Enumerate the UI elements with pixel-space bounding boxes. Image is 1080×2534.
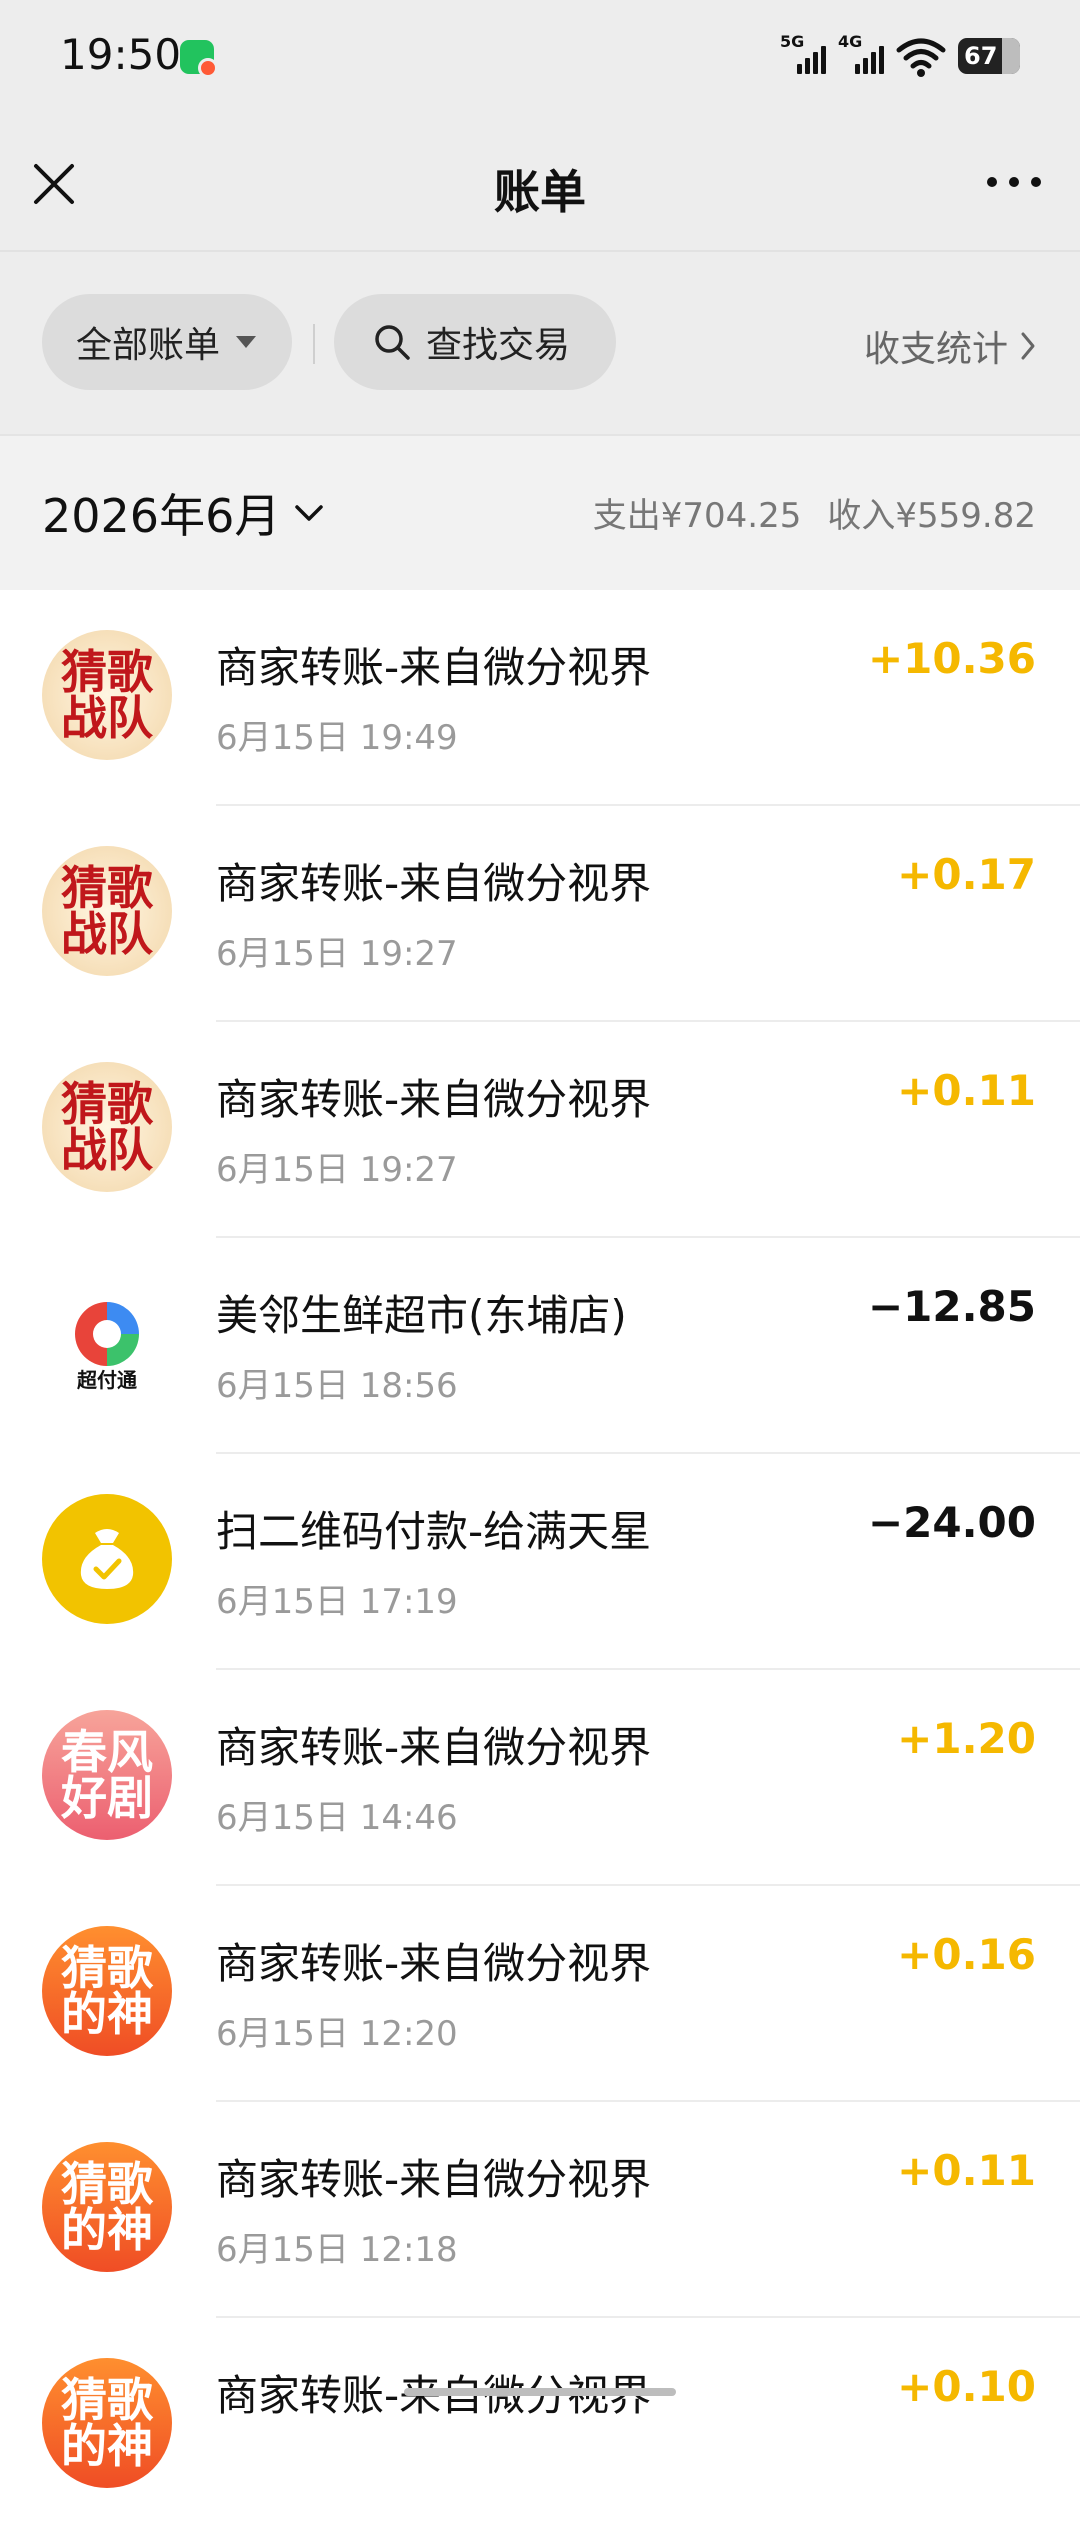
transaction-name: 美邻生鲜超市(东埔店): [216, 1291, 627, 1340]
transaction-amount: +0.11: [897, 1066, 1036, 1115]
battery-icon: 67: [958, 38, 1020, 74]
wechat-icon: [180, 40, 218, 78]
transaction-amount: −12.85: [867, 1282, 1036, 1331]
transaction-amount: +0.10: [897, 2362, 1036, 2411]
search-icon: [375, 325, 410, 360]
chaofutong-mark-icon: [75, 1302, 139, 1366]
status-indicators: 5G 4G 67: [780, 32, 1020, 78]
transaction-time: 6月15日 19:27: [216, 934, 458, 974]
transaction-row[interactable]: 春风 好剧 商家转账-来自微分视界 6月15日 14:46 +1.20: [0, 1670, 1080, 1886]
avatar-text: 的神: [61, 2419, 153, 2473]
transaction-name: 商家转账-来自微分视界: [216, 1723, 652, 1772]
avatar-text: 战队: [61, 691, 153, 745]
battery-level: 67: [964, 42, 998, 70]
status-time: 19:50: [60, 30, 182, 79]
divider: [313, 324, 315, 364]
caret-down-icon: [236, 336, 257, 348]
money-bag-icon: [42, 1494, 172, 1624]
avatar-text: 猜歌: [61, 2157, 153, 2211]
more-icon[interactable]: [984, 170, 1044, 194]
wifi-icon: [896, 38, 946, 77]
avatar-text: 猜歌: [61, 1077, 153, 1131]
avatar-text: 的神: [61, 1987, 153, 2041]
signal-4g-icon: 4G: [838, 32, 884, 78]
chaofutong-label: 超付通: [77, 1368, 137, 1392]
transaction-name: 扫二维码付款-给满天星: [216, 1507, 652, 1556]
all-bills-label: 全部账单: [76, 325, 221, 366]
merchant-avatar: 猜歌 的神: [42, 2358, 172, 2488]
transaction-time: 6月15日 17:19: [216, 1582, 458, 1622]
chevron-right-icon: [1021, 332, 1035, 360]
merchant-avatar: 猜歌 战队: [42, 630, 172, 760]
avatar-text: 的神: [61, 2203, 153, 2257]
merchant-avatar: 猜歌 的神: [42, 2142, 172, 2272]
transaction-row[interactable]: 猜歌 战队 商家转账-来自微分视界 6月15日 19:49 +10.36: [0, 590, 1080, 806]
chevron-down-icon: [295, 505, 324, 521]
transaction-amount: −24.00: [867, 1498, 1036, 1547]
money-bag-glyph-icon: [80, 1529, 134, 1589]
month-label: 2026年6月: [42, 489, 281, 543]
transaction-name: 商家转账-来自微分视界: [216, 1939, 652, 1988]
all-bills-filter[interactable]: 全部账单: [42, 294, 292, 390]
transaction-amount: +1.20: [897, 1714, 1036, 1763]
transaction-row[interactable]: 猜歌 战队 商家转账-来自微分视界 6月15日 19:27 +0.17: [0, 806, 1080, 1022]
transaction-row[interactable]: 猜歌 的神 商家转账-来自微分视界 6月15日 12:18 +0.11: [0, 2102, 1080, 2318]
transaction-row[interactable]: 超付通 美邻生鲜超市(东埔店) 6月15日 18:56 −12.85: [0, 1238, 1080, 1454]
transaction-time: 6月15日 19:27: [216, 1150, 458, 1190]
transaction-amount: +0.16: [897, 1930, 1036, 1979]
transaction-name: 商家转账-来自微分视界: [216, 2155, 652, 2204]
avatar-text: 好剧: [61, 1771, 153, 1825]
transaction-amount: +10.36: [867, 634, 1036, 683]
chaofutong-logo-icon: 超付通: [42, 1278, 172, 1408]
income-expense-stats-link[interactable]: 收支统计: [864, 320, 1036, 372]
stats-label: 收支统计: [863, 329, 1008, 370]
transaction-list: 猜歌 战队 商家转账-来自微分视界 6月15日 19:49 +10.36 猜歌 战队…: [0, 590, 1080, 2534]
transaction-name: 商家转账-来自微分视界: [216, 1075, 652, 1124]
transaction-name: 商家转账-来自微分视界: [216, 643, 652, 692]
transaction-row[interactable]: 扫二维码付款-给满天星 6月15日 17:19 −24.00: [0, 1454, 1080, 1670]
transaction-row[interactable]: 猜歌的神 商家转账-来自微分视界 +0.10: [0, 2318, 1080, 2534]
nav-bar: 账单: [0, 116, 1080, 250]
home-indicator[interactable]: [404, 2388, 676, 2396]
income-total: 收入¥559.82: [827, 496, 1036, 536]
transaction-name: 商家转账-来自微分视界: [216, 859, 652, 908]
transaction-amount: +0.11: [897, 2146, 1036, 2195]
merchant-avatar: 春风 好剧: [42, 1710, 172, 1840]
signal-5g-icon: 5G: [780, 32, 826, 78]
avatar-text: 猜歌: [61, 2373, 153, 2427]
search-transactions-button[interactable]: 查找交易: [334, 294, 616, 390]
month-summary: 支出¥704.25 收入¥559.82: [593, 488, 1036, 537]
merchant-avatar: 猜歌 战队: [42, 1062, 172, 1192]
month-selector[interactable]: 2026年6月: [42, 480, 324, 546]
transaction-time: 6月15日 12:18: [216, 2230, 458, 2270]
expense-total: 支出¥704.25: [592, 496, 802, 536]
transaction-time: 6月15日 12:20: [216, 2014, 458, 2054]
status-bar: 19:50 5G 4G 67: [0, 0, 1080, 116]
search-label: 查找交易: [426, 325, 571, 366]
month-header: 2026年6月 支出¥704.25 收入¥559.82: [0, 434, 1080, 590]
transaction-time: 6月15日 14:46: [216, 1798, 458, 1838]
page-title: 账单: [494, 165, 586, 219]
transaction-time: 6月15日 19:49: [216, 718, 458, 758]
filter-bar: 全部账单 查找交易 收支统计: [0, 250, 1080, 434]
avatar-text: 春风: [61, 1725, 153, 1779]
avatar-text: 猜歌: [61, 1941, 153, 1995]
avatar-text: 猜歌: [61, 861, 153, 915]
merchant-avatar: 猜歌 战队: [42, 846, 172, 976]
transaction-row[interactable]: 猜歌 战队 商家转账-来自微分视界 6月15日 19:27 +0.11: [0, 1022, 1080, 1238]
avatar-text: 战队: [61, 1123, 153, 1177]
transaction-time: 6月15日 18:56: [216, 1366, 458, 1406]
avatar-text: 猜歌: [61, 645, 153, 699]
transaction-row[interactable]: 猜歌 的神 商家转账-来自微分视界 6月15日 12:20 +0.16: [0, 1886, 1080, 2102]
avatar-text: 战队: [61, 907, 153, 961]
transaction-amount: +0.17: [897, 850, 1036, 899]
merchant-avatar: 猜歌 的神: [42, 1926, 172, 2056]
